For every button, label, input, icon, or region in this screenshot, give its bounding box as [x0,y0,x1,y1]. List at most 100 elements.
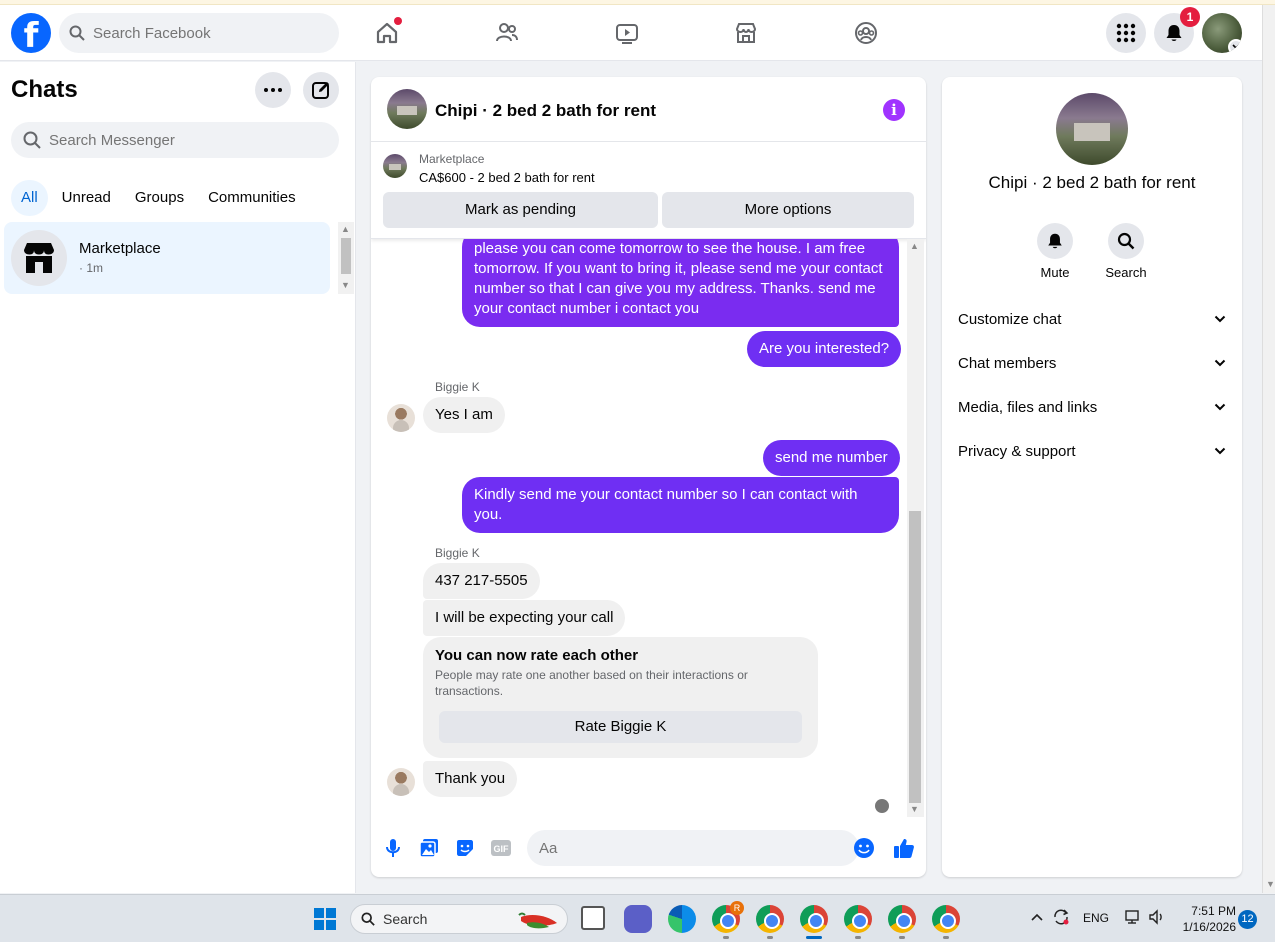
sender-name: Biggie K [435,546,480,560]
message-incoming[interactable]: 437 217-5505 [423,563,540,599]
message-incoming[interactable]: Yes I am [423,397,505,433]
scroll-down-arrow[interactable]: ▼ [1266,879,1275,889]
taskbar-search[interactable]: Search [350,904,568,934]
chrome-icon[interactable] [800,905,828,933]
chrome-icon[interactable] [844,905,872,933]
mute-action[interactable]: Mute [1027,223,1083,280]
listing-profile-image[interactable] [1056,93,1128,165]
sender-avatar[interactable] [387,768,415,796]
message-outgoing[interactable]: please you can come tomorrow to see the … [462,239,899,327]
chat-header: Chipi · 2 bed 2 bath for rent i [371,77,926,142]
teams-icon[interactable] [624,905,652,933]
message-outgoing[interactable]: Kindly send me your contact number so I … [462,477,899,533]
message-list: please you can come tomorrow to see the … [371,239,911,817]
like-button[interactable] [892,836,916,860]
message-incoming[interactable]: Thank you [423,761,518,797]
start-button[interactable] [314,908,336,930]
edge-icon[interactable] [668,905,696,933]
language-indicator[interactable]: ENG [1083,911,1109,925]
groups-icon [855,22,877,44]
chrome-icon[interactable]: R [712,901,744,933]
sidebar-scrollbar[interactable]: ▲ ▼ [338,222,354,294]
chrome-icon[interactable] [932,905,960,933]
new-message-button[interactable] [303,72,339,108]
filter-groups[interactable]: Groups [125,180,194,216]
notifications-button[interactable]: 1 [1154,7,1200,53]
filter-unread[interactable]: Unread [52,180,121,216]
rating-card: You can now rate each other People may r… [423,637,818,758]
scroll-down-arrow[interactable]: ▼ [910,804,919,814]
messenger-search-input[interactable] [49,131,269,149]
compose-icon [312,82,329,99]
conversation-time: · 1m [79,261,103,275]
chats-sidebar: Chats All Unread Groups Communities Mark… [0,62,356,893]
rate-user-button[interactable]: Rate Biggie K [439,711,802,743]
nav-marketplace[interactable] [728,15,764,51]
customize-chat-section[interactable]: Customize chat [958,305,1226,333]
filter-all[interactable]: All [11,180,48,216]
chat-options-button[interactable] [255,72,291,108]
volume-icon[interactable] [1148,909,1166,925]
clock-date: 1/16/2026 [1182,920,1236,934]
search-action[interactable]: Search [1098,223,1154,280]
facebook-search[interactable] [59,13,339,53]
account-chevron[interactable] [1228,39,1242,53]
conversation-marketplace[interactable]: Marketplace · 1m [4,222,330,294]
message-outgoing[interactable]: Are you interested? [747,331,902,367]
info-panel-title: Chipi · 2 bed 2 bath for rent [988,173,1196,192]
menu-button[interactable] [1106,13,1146,53]
account-avatar[interactable] [1202,13,1242,53]
privacy-support-section[interactable]: Privacy & support [958,437,1226,465]
chrome-icon[interactable] [888,905,916,933]
info-icon[interactable]: i [883,99,905,121]
emoji-icon [854,838,874,858]
window-scrollbar[interactable]: ▼ [1262,5,1275,893]
sync-icon[interactable] [1052,908,1070,926]
more-options-button[interactable]: More options [662,192,914,228]
listing-avatar[interactable] [387,89,427,129]
nav-watch[interactable] [609,15,645,51]
section-label: Privacy & support [958,442,1076,460]
nav-groups[interactable] [848,15,884,51]
chat-title[interactable]: Chipi · 2 bed 2 bath for rent [435,101,656,121]
listing-price[interactable]: CA$600 - 2 bed 2 bath for rent [419,170,595,185]
friends-icon [496,23,518,42]
emoji-button[interactable] [852,836,876,860]
scroll-up-arrow[interactable]: ▲ [910,241,919,251]
scroll-down-arrow[interactable]: ▼ [341,280,350,290]
message-incoming[interactable]: I will be expecting your call [423,600,626,636]
nav-friends[interactable] [489,15,525,51]
voice-clip-button[interactable] [381,836,405,860]
chat-members-section[interactable]: Chat members [958,349,1226,377]
sender-avatar[interactable] [387,404,415,432]
sidebar-scroll-thumb[interactable] [341,238,351,274]
chat-scroll-thumb[interactable] [909,511,921,803]
task-view-icon[interactable] [581,906,605,930]
chili-pepper-icon [518,912,557,929]
notification-center-badge[interactable]: 12 [1238,910,1257,929]
media-files-links-section[interactable]: Media, files and links [958,393,1226,421]
nav-home[interactable] [369,15,405,51]
facebook-logo[interactable]: f [11,13,51,53]
facebook-search-input[interactable] [93,24,313,42]
system-clock[interactable]: 7:51 PM 1/16/2026 [1180,903,1236,935]
message-outgoing[interactable]: send me number [763,440,900,476]
running-indicator [899,936,905,939]
microphone-icon [386,839,400,857]
mark-as-pending-button[interactable]: Mark as pending [383,192,658,228]
message-input-box[interactable] [527,830,859,866]
search-icon [1117,232,1135,250]
filter-communities[interactable]: Communities [198,180,306,216]
messenger-search[interactable] [11,122,339,158]
chevron-up-icon[interactable] [1030,912,1044,922]
attach-media-button[interactable] [417,836,441,860]
active-indicator [806,936,822,939]
gif-button[interactable]: GIF [489,836,513,860]
chrome-icon[interactable] [756,905,784,933]
network-icon[interactable] [1124,909,1142,925]
scroll-up-arrow[interactable]: ▲ [341,224,350,234]
chat-scrollbar[interactable]: ▲ ▼ [907,239,924,817]
sticker-button[interactable] [453,836,477,860]
rating-title: You can now rate each other [435,647,639,664]
message-input[interactable] [539,839,819,857]
